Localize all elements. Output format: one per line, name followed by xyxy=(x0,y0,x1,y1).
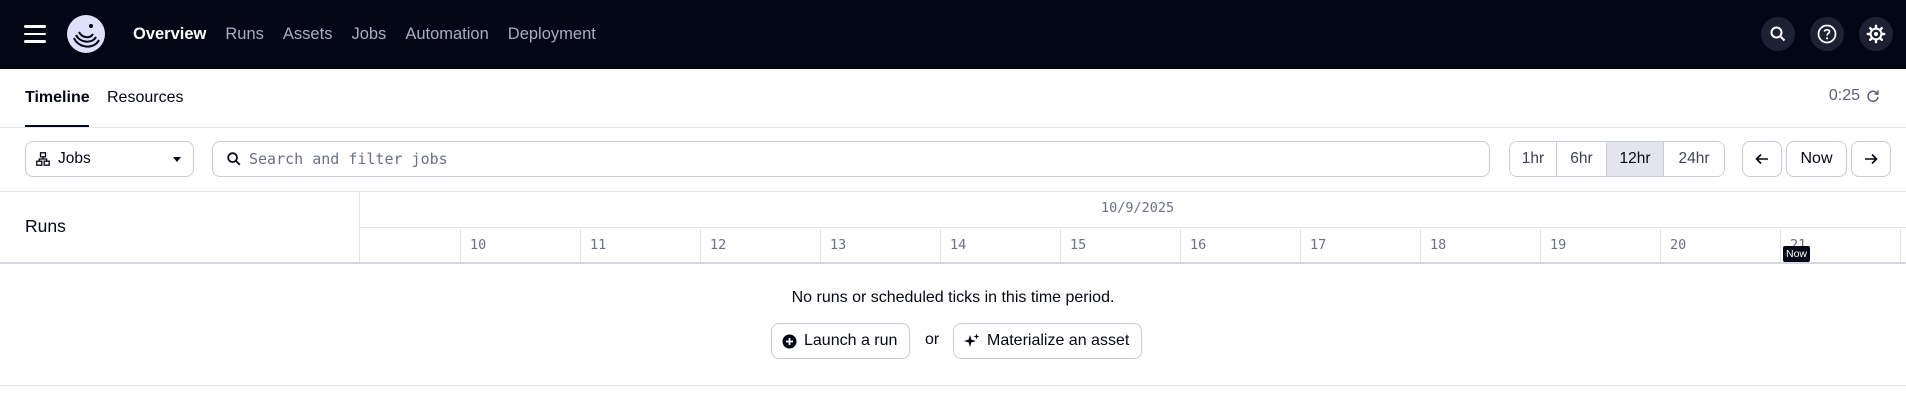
help-button[interactable] xyxy=(1810,17,1844,51)
now-marker: Now xyxy=(1783,246,1811,262)
nav-runs[interactable]: Runs xyxy=(225,25,264,44)
materialize-asset-button[interactable]: Materialize an asset xyxy=(953,323,1143,359)
hour-tick-line xyxy=(580,228,581,262)
or-text: or xyxy=(925,331,940,348)
hour-tick-label: 10 xyxy=(470,237,487,253)
sparkle-icon xyxy=(964,333,980,347)
nav-assets[interactable]: Assets xyxy=(283,25,333,44)
hour-tick-line xyxy=(1180,228,1181,262)
hour-tick-line xyxy=(1300,228,1301,262)
hour-tick-line xyxy=(820,228,821,262)
hour-tick-label: 18 xyxy=(1430,237,1447,253)
hour-tick-label: 17 xyxy=(1310,237,1327,253)
range-6hr[interactable]: 6hr xyxy=(1557,142,1607,176)
group-by-select[interactable]: Jobs xyxy=(25,141,194,177)
hour-tick-line xyxy=(1660,228,1661,262)
hour-tick-line xyxy=(700,228,701,262)
hour-tick-line xyxy=(460,228,461,262)
hour-tick-label: 16 xyxy=(1190,237,1207,253)
hour-tick-line xyxy=(1060,228,1061,262)
nav-deployment[interactable]: Deployment xyxy=(508,25,596,44)
hour-tick-line xyxy=(1420,228,1421,262)
launch-run-button[interactable]: Launch a run xyxy=(771,323,911,359)
hour-tick-label: 20 xyxy=(1670,237,1687,253)
arrow-left-icon xyxy=(1755,153,1768,165)
previous-period-button[interactable] xyxy=(1742,141,1782,177)
help-icon xyxy=(1817,24,1837,44)
top-nav: Overview Runs Assets Jobs Automation Dep… xyxy=(0,0,1906,69)
launch-run-label: Launch a run xyxy=(804,332,898,349)
next-period-button[interactable] xyxy=(1851,141,1891,177)
group-by-value: Jobs xyxy=(58,150,91,167)
nav-overview[interactable]: Overview xyxy=(133,25,206,44)
main-nav: Overview Runs Assets Jobs Automation Dep… xyxy=(133,0,596,69)
search-icon xyxy=(1770,26,1786,42)
hour-tick-line xyxy=(940,228,941,262)
menu-icon[interactable] xyxy=(24,25,46,43)
tab-resources[interactable]: Resources xyxy=(107,89,183,107)
search-field[interactable] xyxy=(212,141,1490,177)
active-tab-indicator xyxy=(25,125,89,127)
materialize-asset-label: Materialize an asset xyxy=(987,332,1130,349)
search-icon xyxy=(227,152,241,166)
timeline-bottom-divider xyxy=(0,262,1906,264)
timeline-date: 10/9/2025 xyxy=(1101,200,1175,216)
hour-tick-label: 15 xyxy=(1070,237,1087,253)
content-bottom-divider xyxy=(0,385,1906,386)
runs-column-title: Runs xyxy=(25,216,66,236)
arrow-right-icon xyxy=(1865,153,1878,165)
empty-state-message: No runs or scheduled ticks in this time … xyxy=(791,289,1115,306)
hour-tick-label: 11 xyxy=(590,237,607,253)
nav-jobs[interactable]: Jobs xyxy=(351,25,386,44)
hour-tick-line xyxy=(1540,228,1541,262)
hour-tick-line xyxy=(1780,228,1781,262)
hour-tick-label: 13 xyxy=(830,237,847,253)
tab-timeline[interactable]: Timeline xyxy=(25,89,90,107)
add-circle-icon xyxy=(782,334,797,348)
hour-tick-label: 19 xyxy=(1550,237,1567,253)
hour-tick-label: 14 xyxy=(950,237,967,253)
hierarchy-icon xyxy=(36,152,50,166)
refresh-timer: 0:25 xyxy=(1828,87,1860,104)
hour-tick-line xyxy=(1900,228,1901,262)
search-input[interactable] xyxy=(249,150,1449,168)
refresh-icon xyxy=(1867,90,1879,103)
timeline-header-divider xyxy=(359,227,1906,228)
hour-tick-label: 12 xyxy=(710,237,727,253)
search-button[interactable] xyxy=(1761,17,1795,51)
gear-icon xyxy=(1866,24,1886,44)
settings-button[interactable] xyxy=(1859,17,1893,51)
now-button[interactable]: Now xyxy=(1786,141,1847,177)
tabs-bar: Timeline Resources 0:25 xyxy=(0,69,1906,128)
dagster-logo[interactable] xyxy=(66,14,106,54)
refresh-countdown[interactable]: 0:25 xyxy=(1829,87,1880,105)
range-1hr[interactable]: 1hr xyxy=(1510,142,1557,176)
range-12hr[interactable]: 12hr xyxy=(1607,142,1664,176)
nav-automation[interactable]: Automation xyxy=(405,25,488,44)
range-24hr[interactable]: 24hr xyxy=(1664,142,1724,176)
time-range-selector: 1hr 6hr 12hr 24hr xyxy=(1509,141,1725,177)
timeline-top-divider xyxy=(0,191,1906,192)
chevron-down-icon xyxy=(173,157,181,162)
